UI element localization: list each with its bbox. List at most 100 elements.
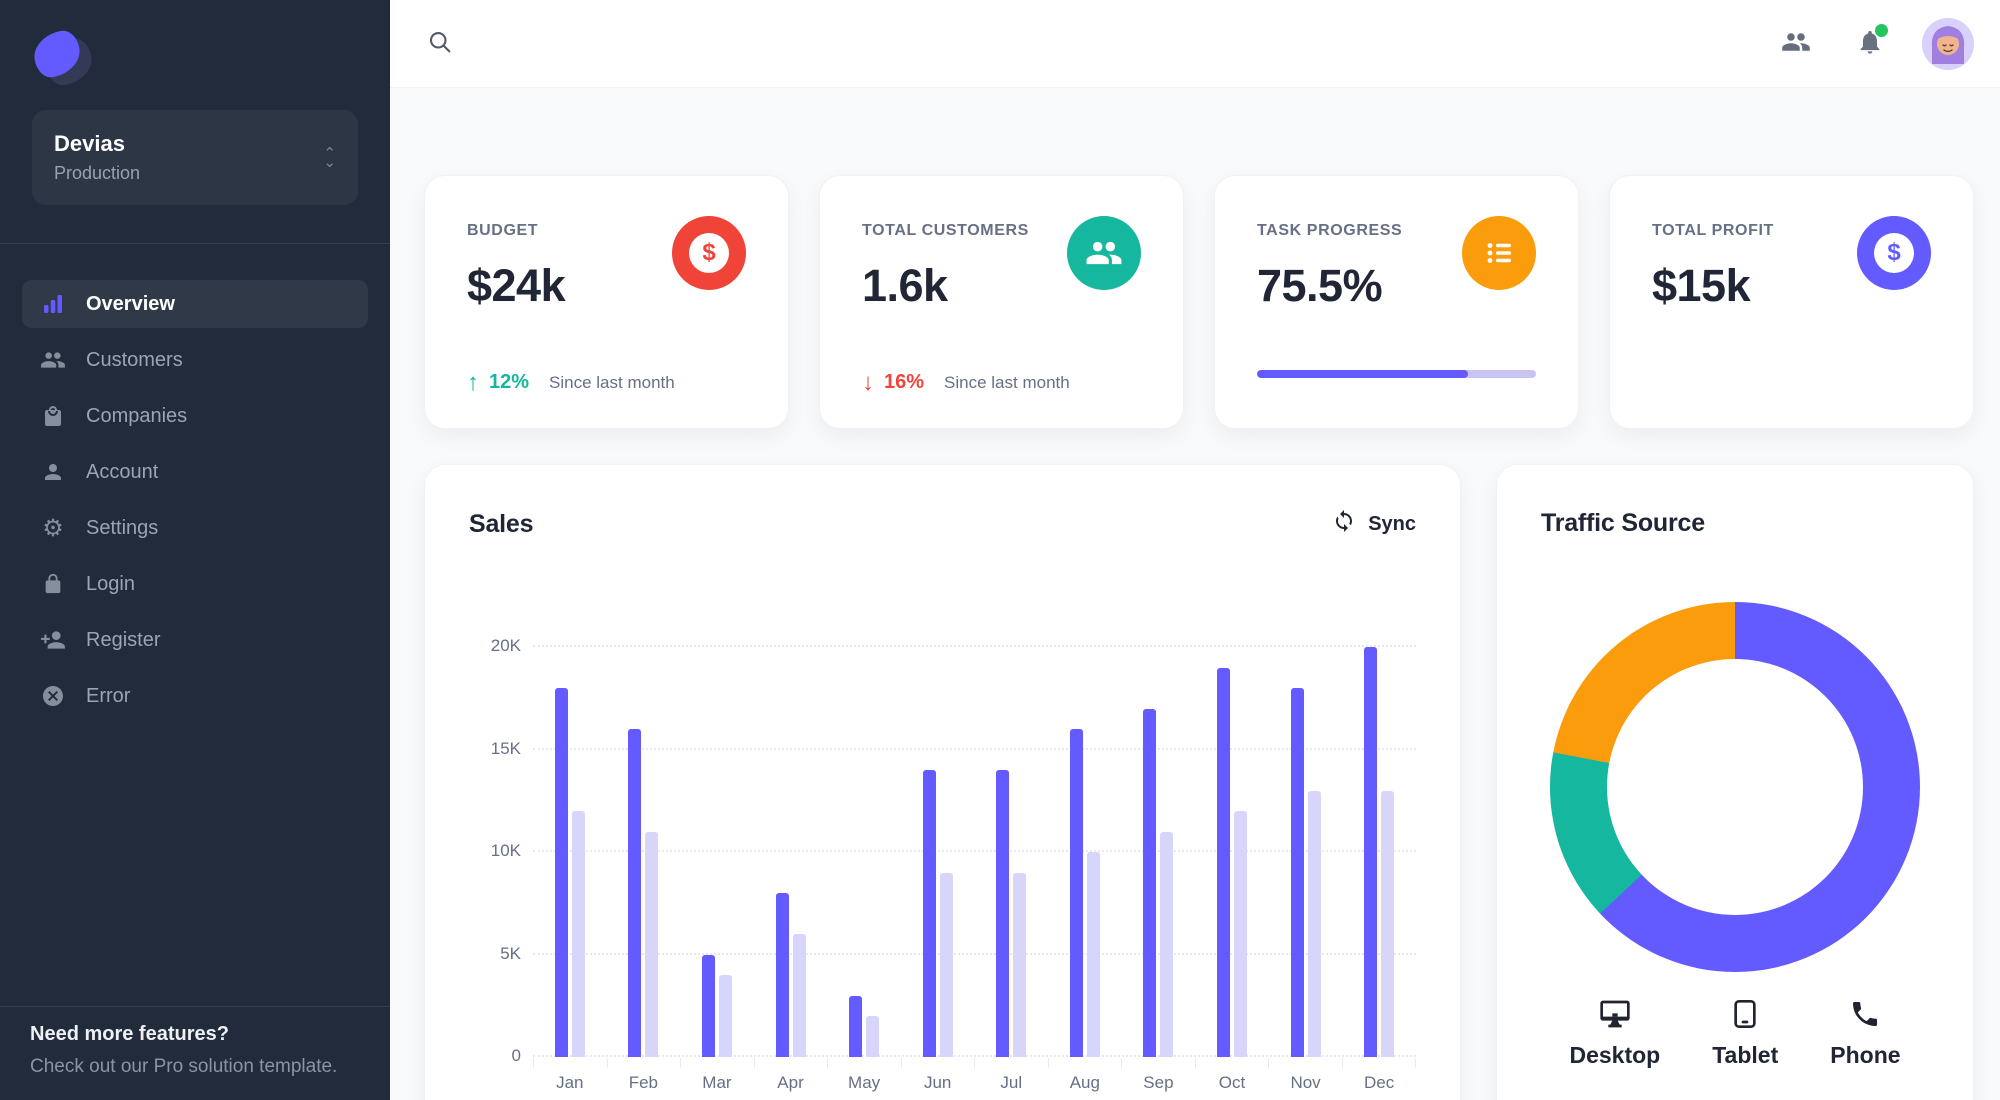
legend-item-phone: Phone [1830,998,1901,1069]
user-avatar[interactable] [1922,17,1974,70]
total-customers-card: TOTAL CUSTOMERS 1.6k ↓ 16% Since last mo… [820,176,1183,428]
traffic-donut-chart [1550,602,1920,972]
x-axis-tick: May [848,1073,881,1092]
dollar-icon: $ [672,216,746,290]
x-axis-tick: Dec [1364,1073,1395,1092]
bar-this-year [775,893,789,1057]
task-progress-fill [1257,370,1468,378]
x-circle-icon [40,683,66,709]
bar-group-oct [1195,667,1269,1057]
top-bar [390,0,2000,88]
x-axis-tick: Aug [1069,1073,1100,1092]
bar-this-year [1216,667,1230,1057]
sales-plot: 0 5K 10K 15K 20K [491,579,1416,1068]
phone-icon [1849,998,1881,1030]
stat-label: TOTAL PROFIT [1652,222,1774,239]
x-axis-tick: Mar [702,1073,732,1092]
bar-group-jul [974,770,1048,1057]
unfold-chevrons-icon: ⌃ ⌄ [323,144,336,171]
x-axis-tick: Jun [923,1073,952,1092]
total-profit-card: TOTAL PROFIT $15k $ [1610,176,1973,428]
bar-last-year [1086,852,1100,1057]
sidebar-item-label: Overview [86,292,175,315]
sync-button[interactable]: Sync [1332,509,1416,539]
stat-value: 75.5% [1257,260,1383,311]
bar-group-apr [754,893,828,1057]
bar-group-feb [607,729,681,1057]
trend-caption: Since last month [549,372,675,392]
sidebar-item-login[interactable]: Login [22,560,368,608]
sidebar-item-companies[interactable]: Companies [22,392,368,440]
bar-this-year [1069,729,1083,1057]
sidebar-item-label: Login [86,572,135,595]
bar-last-year [1160,831,1174,1057]
device-legend: Desktop Tablet Phone [1541,998,1929,1069]
sidebar-item-settings[interactable]: ⚙ Settings [22,504,368,552]
y-axis-tick: 15K [490,738,521,758]
sidebar-item-label: Companies [86,404,188,427]
y-axis-tick: 5K [500,943,521,963]
footer-title: Need more features? [30,1023,229,1045]
sync-icon [1332,509,1356,539]
sidebar-item-register[interactable]: Register [22,616,368,664]
notification-dot [1875,23,1888,37]
device-label: Desktop [1569,1042,1661,1068]
x-axis-tick: Jul [1000,1073,1023,1092]
bar-group-may [827,995,901,1057]
workspace-selector[interactable]: Devias Production ⌃ ⌄ [32,110,358,205]
sidebar-item-customers[interactable]: Customers [22,336,368,384]
sidebar-item-overview[interactable]: Overview [22,280,368,328]
sidebar-item-account[interactable]: Account [22,448,368,496]
footer-subtitle: Check out our Pro solution template. [30,1056,338,1077]
sync-label: Sync [1368,512,1416,535]
bar-group-sep [1122,708,1196,1057]
sales-chart: 0 5K 10K 15K 20K Jan Feb Mar Apr May Jun Jul Aug Sep… [469,579,1416,1093]
bar-last-year [1013,872,1027,1057]
x-axis-tick: Apr [777,1073,804,1092]
bar-last-year [866,1016,880,1057]
bar-this-year [849,995,863,1057]
bar-group-dec [1342,647,1416,1057]
shopping-bag-icon [40,403,66,429]
bar-this-year [628,729,642,1057]
legend-item-tablet: Tablet [1712,998,1778,1069]
workspace-environment: Production [54,163,141,183]
stats-row: BUDGET $24k $ ↑ 12% Since last month TOT… [425,176,1973,428]
list-icon [1462,216,1536,290]
bar-group-aug [1048,729,1122,1057]
sales-title: Sales [469,509,534,538]
trend-up-icon: ↑ [467,368,479,396]
sidebar-item-error[interactable]: Error [22,672,368,720]
task-progress-card: TASK PROGRESS 75.5% [1215,176,1578,428]
trend-percent: 16% [884,371,925,393]
bar-last-year [1381,790,1395,1057]
sidebar-item-label: Customers [86,348,183,371]
budget-card: BUDGET $24k $ ↑ 12% Since last month [425,176,788,428]
bar-group-jan [533,688,607,1057]
device-label: Tablet [1712,1042,1779,1068]
devias-logo[interactable] [30,28,96,88]
charts-row: Sales Sync 0 5K 10K 15K 20K Jan Feb Mar Apr May J… [425,465,1973,1100]
contacts-button[interactable] [1774,22,1818,66]
bar-this-year [996,770,1010,1057]
dollar-icon: $ [1857,216,1931,290]
x-axis-tick: Jan [556,1073,584,1092]
sales-x-labels: Jan Feb Mar Apr May Jun Jul Aug Sep Oct Nov Dec [533,1073,1416,1093]
x-axis-tick: Feb [628,1073,659,1092]
sidebar: Devias Production ⌃⌄ Overview Customers [0,0,390,1100]
gear-icon: ⚙ [42,514,64,542]
lock-icon [40,571,66,597]
search-button[interactable] [418,22,462,66]
bar-group-mar [680,954,754,1057]
notifications-button[interactable] [1848,22,1892,66]
sidebar-footer: Need more features? Check out our Pro so… [0,1006,390,1100]
search-icon [426,28,454,59]
legend-item-desktop: Desktop [1569,998,1660,1069]
workspace-name: Devias [54,131,125,156]
tablet-icon [1729,998,1761,1030]
stat-label: TASK PROGRESS [1257,222,1403,239]
device-label: Phone [1830,1042,1901,1068]
stat-value: 1.6k [862,260,948,311]
users-icon [40,347,66,373]
task-progress-bar [1257,370,1536,378]
